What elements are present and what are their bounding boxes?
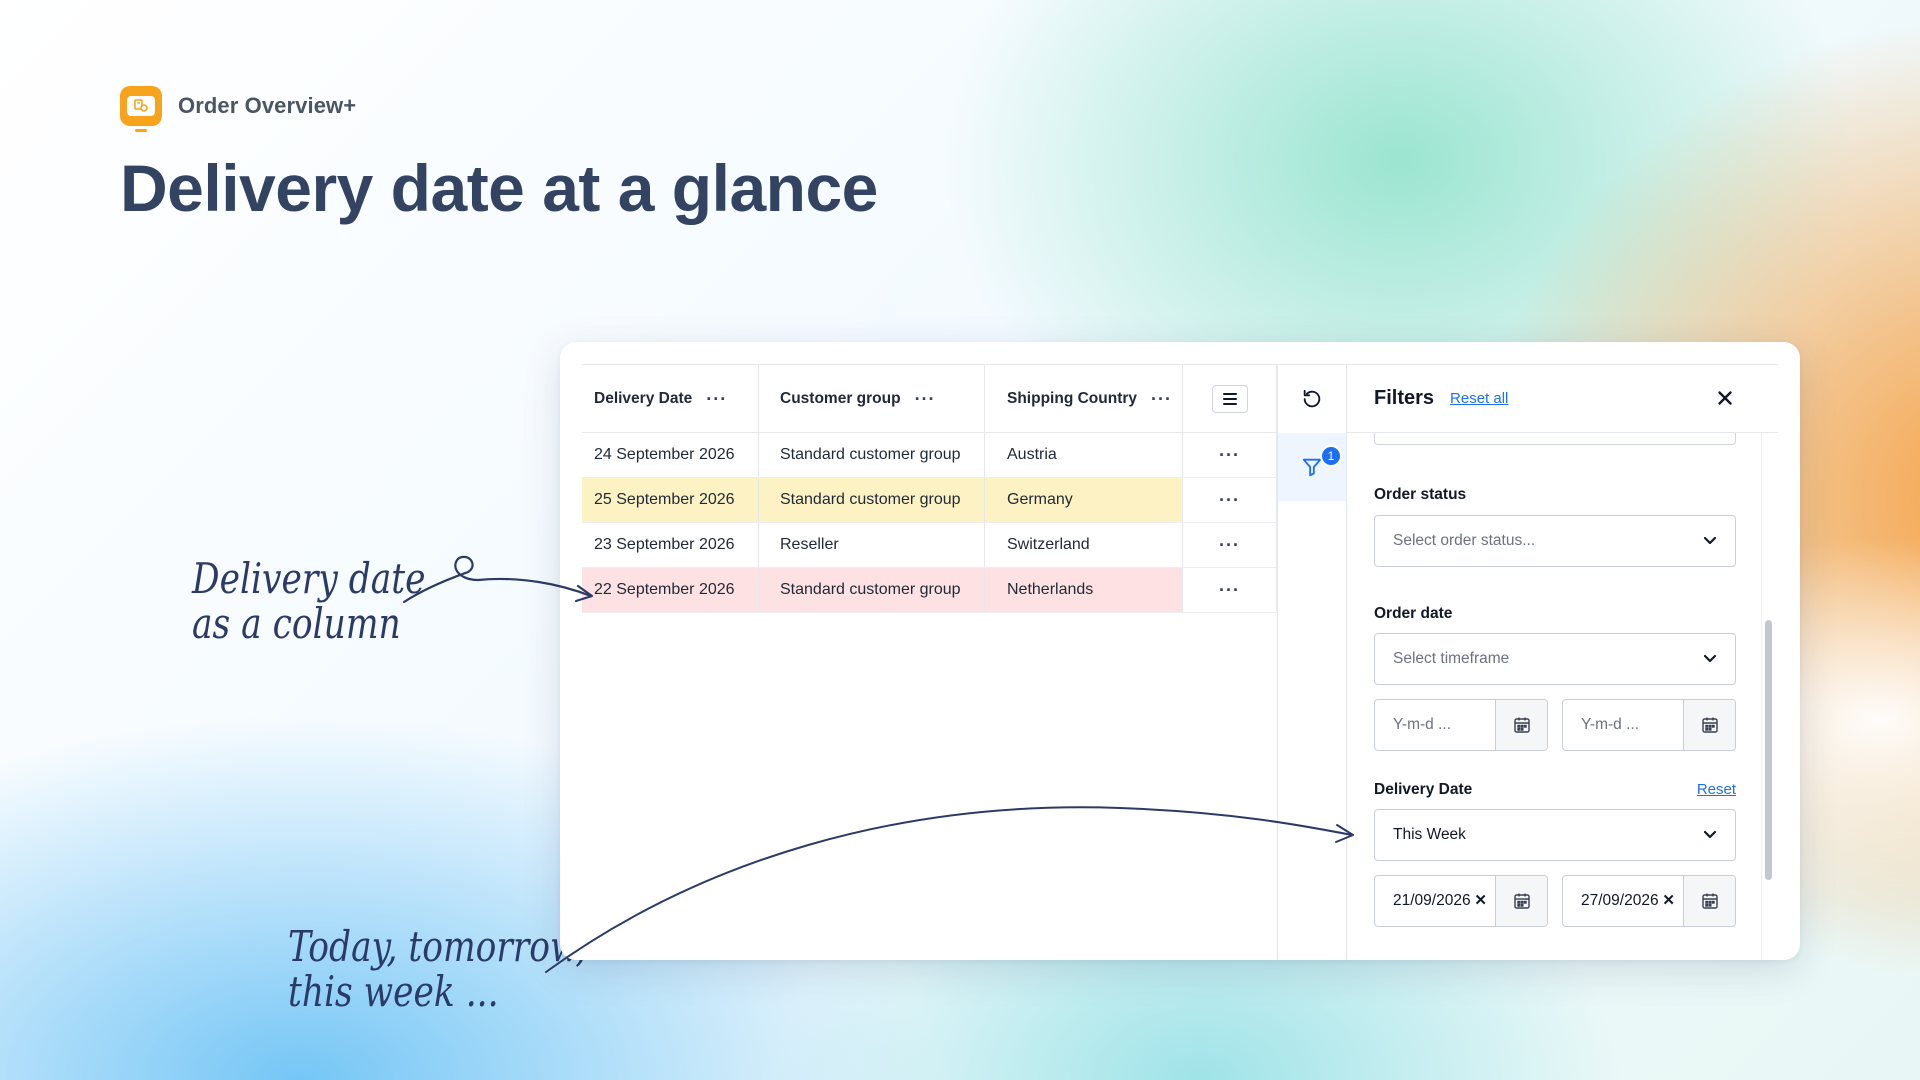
delivery-date-value: This Week — [1393, 826, 1466, 843]
annotation-range-line2: this week ... — [288, 967, 499, 1017]
row-actions-icon[interactable]: ··· — [1219, 580, 1240, 601]
brand-name: Order Overview+ — [178, 93, 357, 118]
previous-filter-field[interactable] — [1374, 433, 1736, 445]
row-actions-icon[interactable]: ··· — [1219, 535, 1240, 556]
order-status-placeholder: Select order status... — [1393, 532, 1536, 549]
delivery-date-label: Delivery Date — [1374, 781, 1473, 798]
orders-table: Delivery Date ··· Customer group ··· Shi… — [582, 365, 1277, 613]
column-settings-menu-icon[interactable] — [1211, 384, 1248, 413]
clear-icon[interactable]: ✕ — [1662, 891, 1675, 909]
cell-customer-group: Standard customer group — [759, 433, 985, 477]
order-date-from-input[interactable]: Y-m-d ... — [1374, 699, 1548, 751]
filter-count-badge: 1 — [1320, 445, 1342, 467]
cell-shipping-country: Austria — [985, 433, 1183, 477]
column-header-shipping-country[interactable]: Shipping Country ··· — [985, 365, 1183, 432]
filters-panel: Filters Reset all Order status Select or… — [1347, 365, 1778, 960]
annotation-column: Delivery date as a column — [192, 556, 471, 647]
brand-logo-icon — [120, 86, 162, 132]
column-header-delivery-date[interactable]: Delivery Date ··· — [582, 365, 759, 432]
clear-icon[interactable]: ✕ — [1474, 891, 1487, 909]
cell-shipping-country: Switzerland — [985, 523, 1183, 567]
hero-title: Delivery date at a glance — [120, 151, 878, 225]
reset-view-button[interactable] — [1278, 365, 1346, 433]
filter-toggle-button[interactable]: 1 — [1278, 433, 1346, 501]
chevron-down-icon — [1703, 654, 1717, 663]
card-inner: Delivery Date ··· Customer group ··· Shi… — [582, 364, 1778, 960]
column-header-label: Shipping Country — [1007, 389, 1138, 407]
order-date-timeframe-placeholder: Select timeframe — [1393, 650, 1510, 667]
cell-shipping-country: Germany — [985, 478, 1183, 522]
row-actions-icon[interactable]: ··· — [1219, 490, 1240, 511]
order-date-timeframe-select[interactable]: Select timeframe — [1374, 633, 1736, 685]
delivery-date-reset-link[interactable]: Reset — [1697, 781, 1736, 798]
filters-header: Filters Reset all — [1347, 365, 1778, 433]
calendar-icon[interactable] — [1495, 700, 1547, 750]
brand: Order Overview+ — [120, 86, 357, 132]
delivery-date-select[interactable]: This Week — [1374, 809, 1736, 861]
calendar-icon[interactable] — [1495, 876, 1547, 926]
chevron-down-icon — [1703, 536, 1717, 545]
table-row[interactable]: 24 September 2026 Standard customer grou… — [582, 433, 1277, 478]
order-date-to-input[interactable]: Y-m-d ... — [1562, 699, 1736, 751]
column-options-icon[interactable]: ··· — [706, 390, 727, 408]
annotation-column-line1: Delivery date — [192, 554, 426, 603]
row-actions: ··· — [1183, 523, 1277, 567]
reset-all-link[interactable]: Reset all — [1450, 390, 1508, 407]
delivery-date-to-input[interactable]: 27/09/2026 ✕ — [1562, 875, 1736, 927]
cell-delivery-date: 23 September 2026 — [582, 523, 759, 567]
cell-delivery-date: 24 September 2026 — [582, 433, 759, 477]
undo-icon — [1303, 389, 1321, 408]
column-header-label: Delivery Date — [594, 389, 693, 407]
column-header-label: Customer group — [780, 389, 901, 407]
row-actions: ··· — [1183, 568, 1277, 612]
delivery-date-from-input[interactable]: 21/09/2026 ✕ — [1374, 875, 1548, 927]
cell-customer-group: Standard customer group — [759, 568, 985, 612]
row-actions: ··· — [1183, 433, 1277, 477]
chevron-down-icon — [1703, 830, 1717, 839]
order-date-from-placeholder: Y-m-d ... — [1393, 716, 1451, 733]
table-row[interactable]: 23 September 2026 Reseller Switzerland ·… — [582, 523, 1277, 568]
column-options-icon[interactable]: ··· — [915, 390, 936, 408]
side-toolbar: 1 — [1277, 365, 1347, 960]
filters-title: Filters — [1374, 387, 1435, 409]
scroll-track — [1761, 433, 1762, 960]
cell-shipping-country: Netherlands — [985, 568, 1183, 612]
delivery-date-to-value: 27/09/2026 — [1581, 892, 1659, 909]
delivery-date-from-value: 21/09/2026 — [1393, 892, 1471, 909]
order-overview-card: Delivery Date ··· Customer group ··· Shi… — [560, 342, 1800, 960]
calendar-icon[interactable] — [1683, 876, 1735, 926]
order-status-label: Order status — [1374, 486, 1467, 503]
row-actions-icon[interactable]: ··· — [1219, 445, 1240, 466]
order-status-select[interactable]: Select order status... — [1374, 515, 1736, 567]
calendar-icon[interactable] — [1683, 700, 1735, 750]
cell-delivery-date: 22 September 2026 — [582, 568, 759, 612]
annotation-column-line2: as a column — [192, 599, 401, 649]
column-options-icon[interactable]: ··· — [1151, 390, 1172, 408]
filters-scrollbar[interactable] — [1765, 620, 1772, 880]
table-row[interactable]: 22 September 2026 Standard customer grou… — [582, 568, 1277, 613]
table-header-row: Delivery Date ··· Customer group ··· Shi… — [582, 365, 1277, 433]
order-date-label: Order date — [1374, 605, 1453, 622]
cell-delivery-date: 25 September 2026 — [582, 478, 759, 522]
column-header-customer-group[interactable]: Customer group ··· — [759, 365, 985, 432]
table-row[interactable]: 25 September 2026 Standard customer grou… — [582, 478, 1277, 523]
cell-customer-group: Standard customer group — [759, 478, 985, 522]
column-settings — [1183, 365, 1277, 432]
close-icon[interactable] — [1714, 387, 1736, 409]
cell-customer-group: Reseller — [759, 523, 985, 567]
order-date-to-placeholder: Y-m-d ... — [1581, 716, 1639, 733]
row-actions: ··· — [1183, 478, 1277, 522]
filters-body: Order status Select order status... Orde… — [1374, 433, 1736, 960]
